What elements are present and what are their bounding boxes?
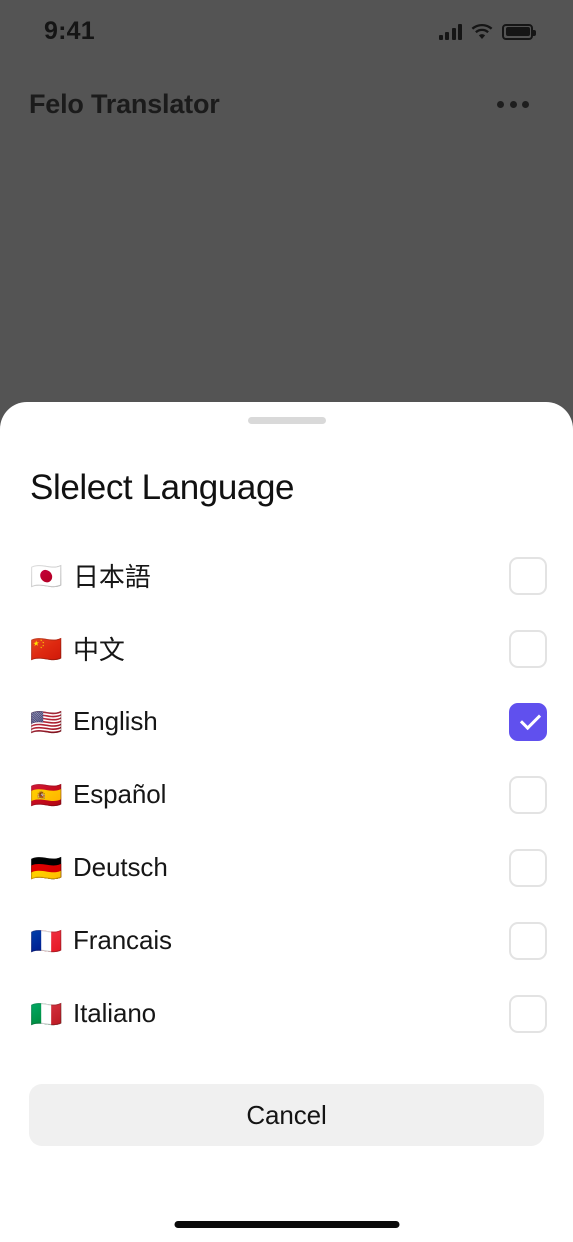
flag-france-icon: 🇫🇷 [30, 925, 63, 956]
status-bar-time: 9:41 [44, 16, 95, 45]
language-label: 中文 [73, 635, 125, 665]
language-selection-sheet: Slelect Language 🇯🇵 日本語 🇨🇳 中文 🇺🇸 English 🇪🇸 Esp… [0, 402, 573, 1242]
drag-handle-icon[interactable] [247, 417, 326, 424]
language-label: Francais [73, 925, 172, 955]
app-title: Felo Translator [29, 88, 220, 119]
signal-bars-icon [438, 23, 462, 40]
status-bar: 9:41 [0, 0, 573, 62]
language-row[interactable]: 🇺🇸 English [0, 685, 573, 758]
language-label: Español [73, 779, 167, 809]
flag-china-icon: 🇨🇳 [30, 633, 63, 664]
language-checkbox[interactable] [509, 775, 547, 814]
wifi-icon [471, 23, 493, 39]
flag-japan-icon: 🇯🇵 [30, 560, 63, 591]
flag-germany-icon: 🇩🇪 [30, 852, 63, 883]
sheet-title: Slelect Language [30, 468, 295, 507]
language-row[interactable]: 🇨🇳 中文 [0, 612, 573, 685]
language-row[interactable]: 🇪🇸 Español [0, 758, 573, 831]
language-checkbox[interactable] [509, 556, 547, 595]
flag-spain-icon: 🇪🇸 [30, 779, 63, 810]
home-indicator-bar [174, 1221, 399, 1228]
language-checkbox[interactable] [509, 921, 547, 960]
flag-united-states-icon: 🇺🇸 [30, 706, 63, 737]
language-row[interactable]: 🇫🇷 Francais [0, 904, 573, 977]
battery-full-icon [502, 23, 536, 40]
language-row[interactable]: 🇩🇪 Deutsch [0, 831, 573, 904]
flag-italy-icon: 🇮🇹 [30, 998, 63, 1029]
status-bar-icons [438, 23, 536, 40]
language-checkbox[interactable] [509, 629, 547, 668]
language-label: Deutsch [73, 852, 168, 882]
language-label: Italiano [73, 998, 157, 1028]
language-checkbox-checked[interactable] [509, 702, 547, 741]
language-list: 🇯🇵 日本語 🇨🇳 中文 🇺🇸 English 🇪🇸 Español 🇩🇪 Deutsch 🇫🇷 Fr… [0, 539, 573, 1050]
language-label: 日本語 [73, 562, 151, 592]
language-checkbox[interactable] [509, 848, 547, 887]
language-label: English [73, 706, 158, 736]
language-checkbox[interactable] [509, 994, 547, 1033]
cancel-button[interactable]: Cancel [29, 1084, 544, 1146]
ellipsis-horizontal-icon[interactable] [493, 93, 533, 116]
language-row[interactable]: 🇯🇵 日本語 [0, 539, 573, 612]
language-row[interactable]: 🇮🇹 Italiano [0, 977, 573, 1050]
app-header: Felo Translator [0, 78, 573, 130]
